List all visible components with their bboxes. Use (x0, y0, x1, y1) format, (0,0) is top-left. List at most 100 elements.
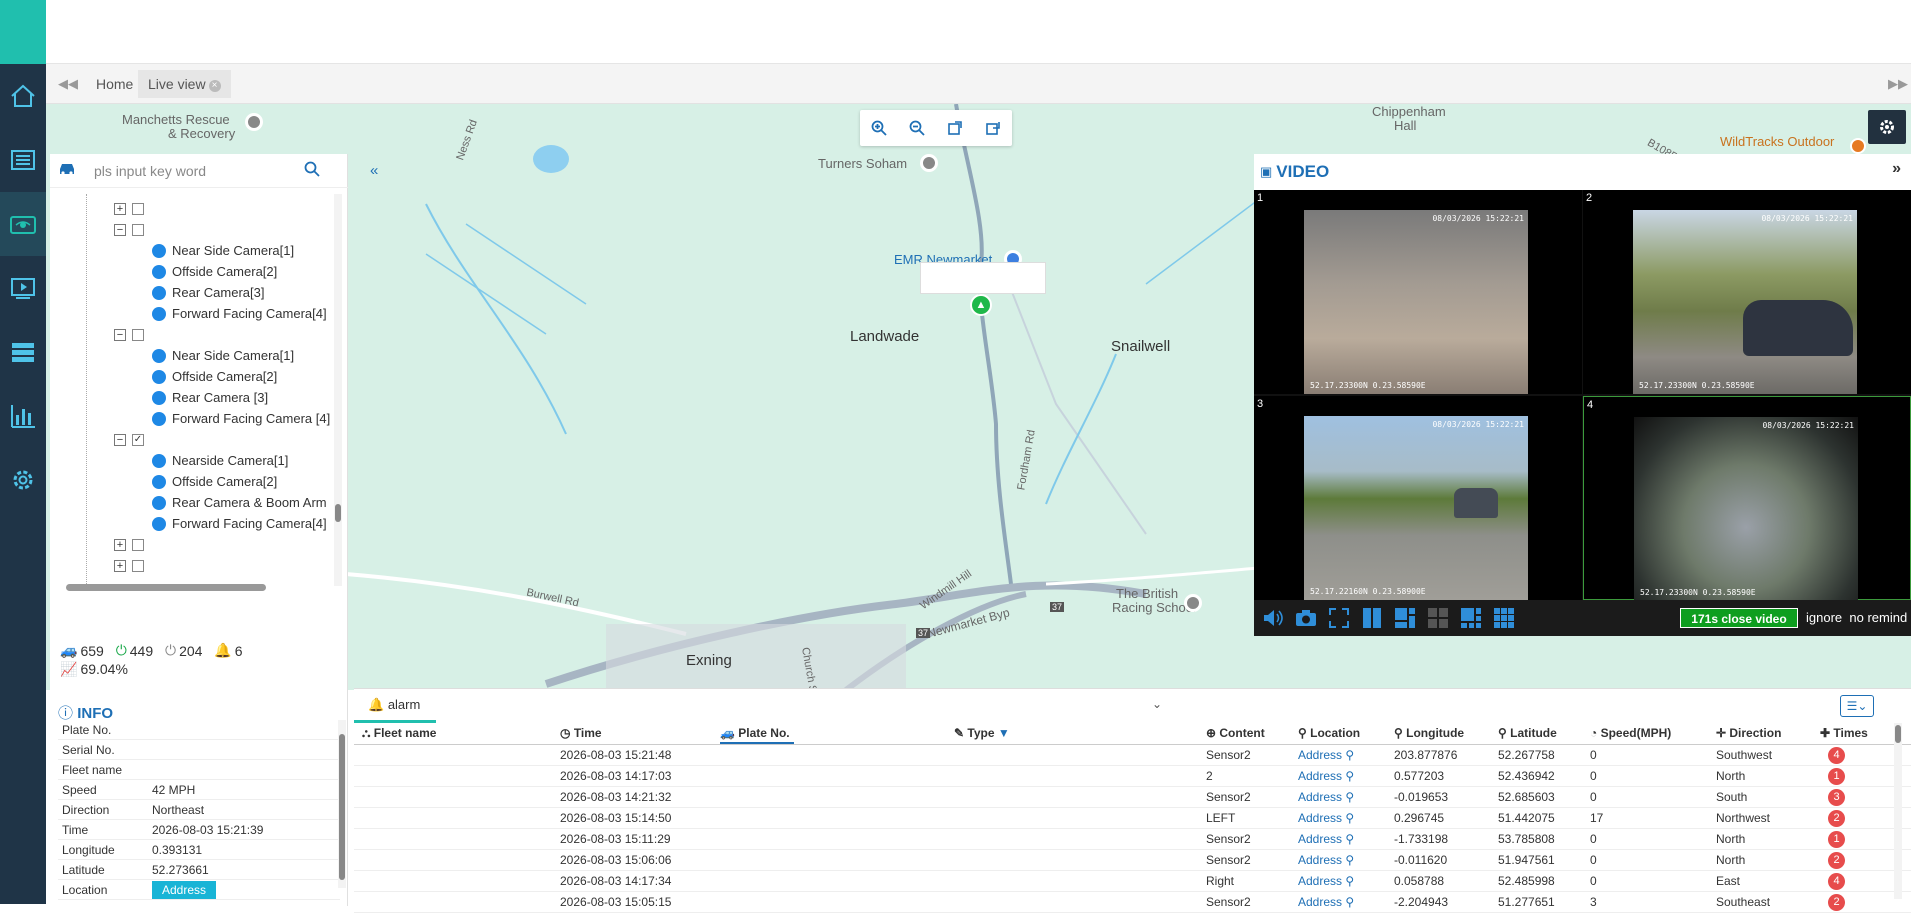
tree-camera[interactable]: Rear Camera[3] (152, 282, 264, 303)
layout-2-icon[interactable] (1391, 604, 1419, 632)
col-latitude[interactable]: ⚲ Latitude (1498, 726, 1557, 740)
collapse-panel-icon[interactable]: « (370, 162, 378, 179)
volume-icon[interactable] (1259, 604, 1287, 632)
cell-location[interactable]: Address ⚲ (1298, 853, 1354, 867)
collapse-icon[interactable]: − (114, 223, 126, 236)
ignore-button[interactable]: ignore (1806, 610, 1842, 625)
col-speed[interactable]: ◔ Speed(MPH) (1590, 726, 1671, 740)
playback-icon[interactable] (0, 256, 46, 320)
video-channel[interactable]: 4 08/03/2026 15:22:21 52.17.23300N 0.23.… (1583, 396, 1911, 601)
tree-checkbox[interactable] (132, 328, 144, 341)
collapse-icon[interactable]: − (114, 328, 126, 341)
chart-icon[interactable] (0, 384, 46, 448)
col-direction[interactable]: ✛ Direction (1716, 726, 1781, 740)
tree-node[interactable]: − ✓ (114, 429, 144, 450)
zoom-out-icon[interactable] (906, 117, 928, 139)
cell-location[interactable]: Address ⚲ (1298, 790, 1354, 804)
close-video-button[interactable]: 171s close video (1680, 608, 1798, 628)
poi-marker-icon[interactable] (245, 113, 263, 131)
table-row[interactable]: 2026-08-03 14:17:03 2 Address ⚲ 0.577203… (354, 766, 1911, 787)
tree-checkbox[interactable]: ✓ (132, 433, 144, 446)
col-location[interactable]: ⚲ Location (1298, 726, 1360, 740)
tree-node[interactable]: − (114, 324, 144, 345)
expand-icon[interactable]: + (114, 538, 126, 551)
col-time[interactable]: ◷ Time (560, 726, 602, 740)
address-link[interactable]: Address (1298, 895, 1342, 909)
collapse-icon[interactable]: − (114, 433, 126, 446)
address-link[interactable]: Address (1298, 790, 1342, 804)
cell-location[interactable]: Address ⚲ (1298, 895, 1354, 909)
home-icon[interactable] (0, 64, 46, 128)
close-tab-icon[interactable]: × (208, 80, 221, 92)
cell-location[interactable]: Address ⚲ (1298, 769, 1354, 783)
tabs-next-icon[interactable]: ▶▶ (1888, 76, 1908, 92)
layout-4-icon[interactable] (1424, 604, 1452, 632)
col-longitude[interactable]: ⚲ Longitude (1394, 726, 1464, 740)
poi-marker-icon[interactable] (920, 154, 938, 172)
table-row[interactable]: 2026-08-03 15:14:50 LEFT Address ⚲ 0.296… (354, 808, 1911, 829)
alarm-vscroll[interactable] (1894, 723, 1902, 899)
tree-camera[interactable]: Rear Camera [3] (152, 387, 268, 408)
col-times[interactable]: ✚ Times (1820, 726, 1868, 740)
col-type[interactable]: ✎ Type ▼ (954, 726, 1010, 740)
scroll-thumb[interactable] (66, 584, 266, 591)
tree-camera[interactable]: Offside Camera[2] (152, 471, 277, 492)
tabs-prev-icon[interactable]: ◀◀ (58, 76, 78, 92)
tree-camera[interactable]: Rear Camera & Boom Arm (152, 492, 327, 513)
address-link[interactable]: Address (1298, 853, 1342, 867)
table-row[interactable]: 2026-08-03 15:11:29 Sensor2 Address ⚲ -1… (354, 829, 1911, 850)
col-fleet[interactable]: ⛬ Fleet name (362, 726, 436, 741)
tree-hscroll[interactable] (56, 582, 334, 592)
tree-camera[interactable]: Near Side Camera[1] (152, 345, 294, 366)
tree-camera[interactable]: Offside Camera[2] (152, 366, 277, 387)
tree-checkbox[interactable] (132, 202, 144, 215)
tree-node[interactable]: − (114, 219, 144, 240)
tree-node[interactable]: + (114, 534, 144, 555)
cell-location[interactable]: Address ⚲ (1298, 832, 1354, 846)
map-settings-icon[interactable] (1868, 110, 1906, 144)
info-vscroll[interactable] (338, 720, 346, 888)
tree-checkbox[interactable] (132, 538, 144, 551)
tab-home[interactable]: Home (86, 70, 143, 98)
table-row[interactable]: 2026-08-03 14:21:32 Sensor2 Address ⚲ -0… (354, 787, 1911, 808)
tree-camera[interactable]: Near Side Camera[1] (152, 240, 294, 261)
camera-snapshot-icon[interactable] (1292, 604, 1320, 632)
scroll-thumb[interactable] (1895, 725, 1901, 743)
tree-node[interactable]: + (114, 555, 144, 576)
layout-1-icon[interactable] (1358, 604, 1386, 632)
tree-camera[interactable]: Nearside Camera[1] (152, 450, 288, 471)
address-link[interactable]: Address (1298, 874, 1342, 888)
address-link[interactable]: Address (1298, 748, 1342, 762)
tree-camera[interactable]: Forward Facing Camera [4] (152, 408, 330, 429)
tab-live-view[interactable]: Live view × (138, 70, 231, 98)
settings-icon[interactable] (0, 448, 46, 512)
address-link[interactable]: Address (1298, 832, 1342, 846)
search-icon[interactable] (304, 161, 320, 180)
collapse-map-icon[interactable] (982, 117, 1004, 139)
column-options-icon[interactable]: ☰⌄ (1840, 695, 1874, 717)
cell-location[interactable]: Address ⚲ (1298, 874, 1354, 888)
scroll-thumb[interactable] (339, 734, 345, 880)
tab-alarm[interactable]: 🔔 alarm (354, 689, 436, 723)
search-input[interactable] (94, 162, 264, 179)
tree-camera[interactable]: Forward Facing Camera[4] (152, 303, 327, 324)
scroll-thumb[interactable] (335, 504, 341, 522)
expand-icon[interactable]: + (114, 559, 126, 572)
no-remind-button[interactable]: no remind (1849, 610, 1907, 625)
cell-location[interactable]: Address ⚲ (1298, 748, 1354, 762)
collapse-video-icon[interactable]: » (1892, 160, 1901, 178)
tree-checkbox[interactable] (132, 223, 144, 236)
tree-vscroll[interactable] (334, 194, 342, 586)
table-row[interactable]: 2026-08-03 14:17:34 Right Address ⚲ 0.05… (354, 871, 1911, 892)
filter-icon[interactable]: ▼ (998, 726, 1010, 740)
table-row[interactable]: 2026-08-03 15:21:48 Sensor2 Address ⚲ 20… (354, 745, 1911, 766)
vehicle-marker-icon[interactable]: ▲ (970, 294, 992, 316)
tree-checkbox[interactable] (132, 559, 144, 572)
expand-icon[interactable]: + (114, 202, 126, 215)
video-channel[interactable]: 2 08/03/2026 15:22:21 52.17.23300N 0.23.… (1583, 190, 1911, 394)
address-link[interactable]: Address (1298, 769, 1342, 783)
video-channel[interactable]: 3 08/03/2026 15:22:21 52.17.22160N 0.23.… (1254, 396, 1582, 600)
col-content[interactable]: ⊕ Content (1206, 726, 1265, 740)
poi-marker-icon[interactable] (1850, 138, 1866, 154)
collapse-alarm-icon[interactable]: ⌄ (1152, 697, 1162, 711)
